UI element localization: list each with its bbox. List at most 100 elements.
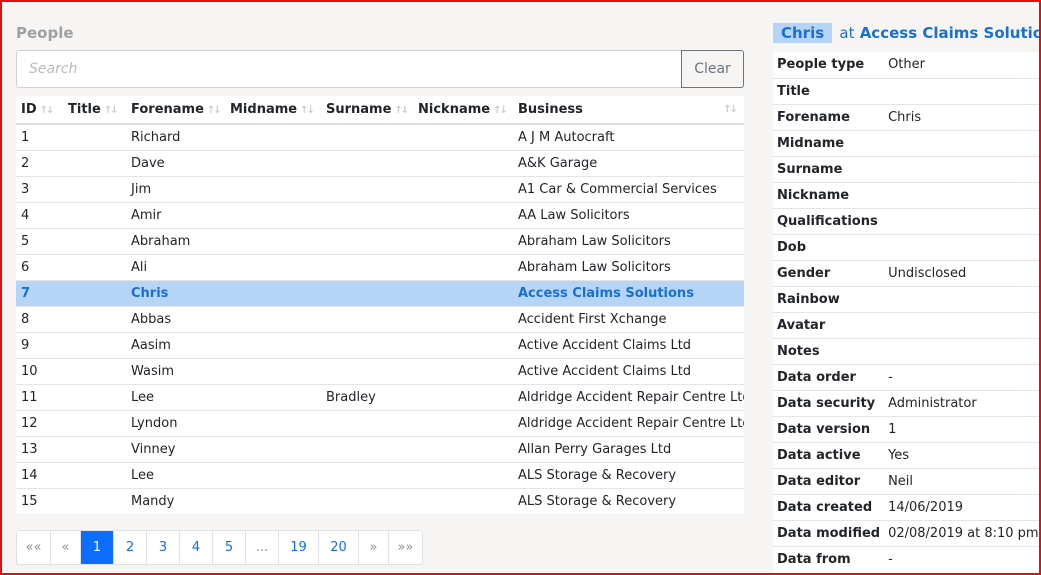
detail-key: Data order (773, 363, 885, 390)
cell-midname (225, 201, 321, 228)
cell-surname (321, 461, 413, 488)
cell-surname (321, 123, 413, 150)
cell-title (63, 227, 126, 254)
people-table: ID ↑↓ Title ↑↓ Forename ↑↓ Midname ↑↓ Surname ↑↓ N… (16, 96, 744, 514)
column-header-forename[interactable]: Forename ↑↓ (126, 96, 225, 125)
cell-nickname (413, 487, 513, 514)
search-input[interactable] (16, 50, 681, 88)
sort-arrows-icon[interactable]: ↑↓ (723, 104, 738, 115)
cell-title (63, 201, 126, 228)
detail-row: Data created 14/06/2019 (773, 493, 1039, 520)
detail-value: - (884, 545, 1039, 572)
page-last-button[interactable]: »» (389, 531, 422, 564)
cell-midname (225, 123, 321, 150)
column-header-surname[interactable]: Surname ↑↓ (321, 96, 413, 125)
table-row[interactable]: 8 Abbas Accident First Xchange (16, 305, 744, 332)
page-5-button[interactable]: 5 (213, 531, 246, 564)
cell-forename: Wasim (126, 357, 225, 384)
cell-nickname (413, 279, 513, 306)
people-title: People (16, 24, 74, 42)
cell-id: 13 (16, 435, 63, 462)
cell-id: 3 (16, 175, 63, 202)
detail-value: Administrator (884, 389, 1039, 416)
cell-id: 10 (16, 357, 63, 384)
cell-id: 1 (16, 123, 63, 150)
page-1-button[interactable]: 1 (81, 531, 114, 564)
sort-arrows-icon[interactable]: ↑↓ (300, 105, 315, 116)
cell-nickname (413, 201, 513, 228)
detail-row: Title (773, 77, 1039, 104)
page-4-button[interactable]: 4 (180, 531, 213, 564)
sort-arrows-icon[interactable]: ↑↓ (394, 105, 409, 116)
column-header-title[interactable]: Title ↑↓ (63, 96, 126, 125)
cell-forename: Lee (126, 461, 225, 488)
page-2-button[interactable]: 2 (114, 531, 147, 564)
page-next-button[interactable]: » (359, 531, 389, 564)
table-row[interactable]: 4 Amir AA Law Solicitors (16, 201, 744, 228)
detail-row: Data active Yes (773, 441, 1039, 468)
column-header-business[interactable]: Business ↑↓ (513, 96, 744, 125)
table-row[interactable]: 15 Mandy ALS Storage & Recovery (16, 487, 744, 514)
table-row[interactable]: 2 Dave A&K Garage (16, 149, 744, 176)
sort-arrows-icon[interactable]: ↑↓ (40, 105, 55, 116)
app-frame: People Clear ID↑↓Title↑↓Forename↑↓Midnam… (0, 0, 1041, 575)
table-row[interactable]: 14 Lee ALS Storage & Recovery (16, 461, 744, 488)
detail-key: People type (777, 57, 865, 73)
column-header-nickname[interactable]: Nickname ↑↓ (413, 96, 513, 125)
cell-forename: Richard (126, 123, 225, 150)
column-header-midname[interactable]: Midname ↑↓ (225, 96, 321, 125)
detail-value (884, 233, 1039, 260)
table-row[interactable]: 7 Chris Access Claims Solutions (16, 279, 744, 306)
cell-nickname (413, 149, 513, 176)
detail-value (884, 155, 1039, 182)
detail-value (884, 311, 1039, 338)
cell-surname (321, 331, 413, 358)
sort-arrows-icon[interactable]: ↑↓ (493, 105, 508, 116)
detail-key: Forename (773, 103, 885, 130)
table-row[interactable]: 6 Ali Abraham Law Solicitors (16, 253, 744, 280)
table-row[interactable]: 9 Aasim Active Accident Claims Ltd (16, 331, 744, 358)
cell-business: Allan Perry Garages Ltd (513, 435, 744, 462)
detail-key: Data modified (773, 519, 885, 546)
detail-table: People type Other Title Forename Chris Midnam… (773, 52, 1039, 572)
cell-title (63, 435, 126, 462)
cell-business: ALS Storage & Recovery (513, 487, 744, 514)
cell-title (63, 253, 126, 280)
detail-row: Gender Undisclosed (773, 259, 1039, 286)
cell-forename: Dave (126, 149, 225, 176)
page-20-button[interactable]: 20 (319, 531, 359, 564)
detail-value (884, 337, 1039, 364)
table-row[interactable]: 13 Vinney Allan Perry Garages Ltd (16, 435, 744, 462)
sort-arrows-icon[interactable]: ↑↓ (104, 105, 119, 116)
cell-title (63, 279, 126, 306)
detail-value: Undisclosed (884, 259, 1039, 286)
cell-title (63, 487, 126, 514)
table-row[interactable]: 10 Wasim Active Accident Claims Ltd (16, 357, 744, 384)
column-header-label: Midname (230, 102, 298, 117)
table-row[interactable]: 1 Richard A J M Autocraft (16, 123, 744, 150)
cell-title (63, 175, 126, 202)
cell-surname (321, 227, 413, 254)
clear-button[interactable]: Clear (681, 50, 744, 88)
table-row[interactable]: 3 Jim A1 Car & Commercial Services (16, 175, 744, 202)
page-19-button[interactable]: 19 (279, 531, 319, 564)
column-header-id[interactable]: ID ↑↓ (16, 96, 63, 125)
page-first-button[interactable]: «« (17, 531, 51, 564)
page-prev-button[interactable]: « (51, 531, 81, 564)
cell-forename: Jim (126, 175, 225, 202)
table-row[interactable]: 5 Abraham Abraham Law Solicitors (16, 227, 744, 254)
sort-arrows-icon[interactable]: ↑↓ (207, 105, 222, 116)
table-row[interactable]: 12 Lyndon Aldridge Accident Repair Centre … (16, 409, 744, 436)
table-row[interactable]: 11 Lee Bradley Aldridge Accident Repair Cen… (16, 383, 744, 410)
cell-title (63, 409, 126, 436)
cell-surname (321, 435, 413, 462)
cell-business: Active Accident Claims Ltd (513, 357, 744, 384)
search-row: Clear (16, 50, 744, 88)
cell-id: 12 (16, 409, 63, 436)
cell-midname (225, 253, 321, 280)
cell-nickname (413, 305, 513, 332)
cell-surname: Bradley (321, 383, 413, 410)
detail-business[interactable]: Access Claims Solutions (860, 24, 1039, 42)
page-3-button[interactable]: 3 (147, 531, 180, 564)
detail-key: Title (773, 77, 885, 104)
